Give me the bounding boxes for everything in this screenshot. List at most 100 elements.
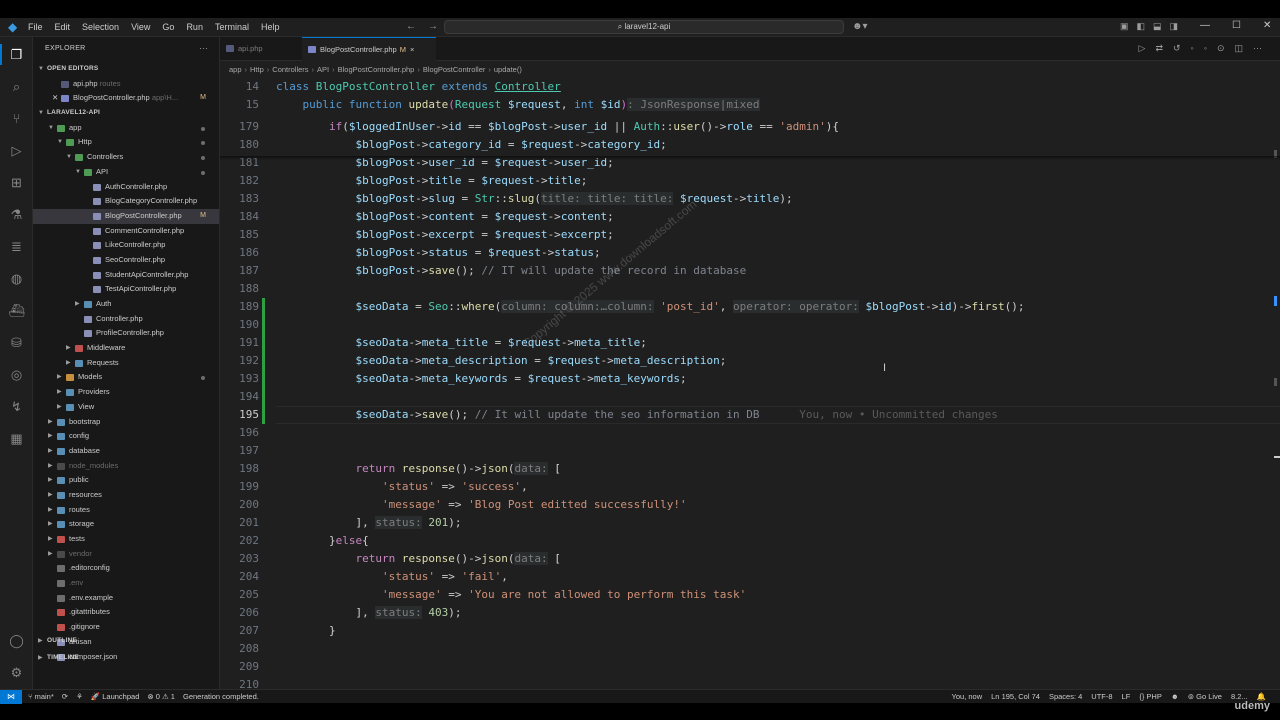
forward-arrow-icon[interactable]: → bbox=[428, 21, 438, 32]
tree-item[interactable]: StudentApiController.php bbox=[33, 268, 219, 283]
source-control-icon[interactable]: ⑂ bbox=[8, 110, 25, 127]
tree-item[interactable]: ▶ Providers bbox=[33, 385, 219, 400]
tree-item[interactable]: ▶ public bbox=[33, 473, 219, 488]
tab-api-php[interactable]: api.php bbox=[220, 37, 302, 61]
menu-go[interactable]: Go bbox=[162, 22, 174, 32]
account-icon[interactable]: ◯ bbox=[8, 632, 25, 649]
tree-item[interactable]: Controller.php bbox=[33, 312, 219, 327]
menu-edit[interactable]: Edit bbox=[55, 22, 71, 32]
breadcrumb-item[interactable]: app bbox=[229, 65, 242, 74]
explorer-icon[interactable]: ❐ bbox=[0, 44, 25, 65]
tree-item[interactable]: ▶ database bbox=[33, 444, 219, 459]
code-line[interactable]: 207 } bbox=[220, 622, 1280, 640]
breadcrumb-item[interactable]: Controllers bbox=[272, 65, 308, 74]
maximize-icon[interactable]: ☐ bbox=[1232, 20, 1241, 31]
code-line[interactable]: 179 if($loggedInUser->id == $blogPost->u… bbox=[220, 118, 1280, 136]
more-actions-icon[interactable]: ··· bbox=[199, 43, 208, 53]
close-editor-icon[interactable]: ✕ bbox=[52, 91, 58, 106]
code-line[interactable]: 195 $seoData->save(); // It will update … bbox=[220, 406, 1280, 424]
code-line[interactable]: 204 'status' => 'fail', bbox=[220, 568, 1280, 586]
tree-item[interactable]: .gitignore bbox=[33, 620, 219, 635]
close-window-icon[interactable]: ✕ bbox=[1263, 20, 1271, 31]
project-header[interactable]: ▼ LARAVEL12-API bbox=[33, 106, 219, 121]
menu-terminal[interactable]: Terminal bbox=[215, 22, 249, 32]
tree-item[interactable]: LikeController.php bbox=[33, 238, 219, 253]
open-changes-icon[interactable]: ⊙ bbox=[1217, 43, 1225, 54]
code-line[interactable]: 208 bbox=[220, 640, 1280, 658]
compare-icon[interactable]: ⇄ bbox=[1155, 43, 1163, 54]
menu-file[interactable]: File bbox=[28, 22, 43, 32]
menu-run[interactable]: Run bbox=[186, 22, 203, 32]
live-share-icon[interactable]: ↯ bbox=[8, 398, 25, 415]
code-line[interactable]: 206 ], status: 403); bbox=[220, 604, 1280, 622]
close-tab-icon[interactable]: × bbox=[410, 45, 414, 54]
back-arrow-icon[interactable]: ← bbox=[406, 21, 416, 32]
database-icon[interactable]: ⛁ bbox=[8, 334, 25, 351]
timeline-icon[interactable]: ↺ bbox=[1173, 43, 1181, 54]
project-manager-icon[interactable]: ▦ bbox=[8, 430, 25, 447]
tree-item[interactable]: ▶ config bbox=[33, 429, 219, 444]
tree-item[interactable]: ▼ Controllers bbox=[33, 150, 219, 165]
code-line[interactable]: 197 bbox=[220, 442, 1280, 460]
open-editor-item[interactable]: api.php routes bbox=[33, 77, 219, 92]
editor-scrollbar[interactable] bbox=[1270, 78, 1280, 689]
code-line[interactable]: 193 $seoData->meta_keywords = $request->… bbox=[220, 370, 1280, 388]
manage-gear-icon[interactable]: ⚙ bbox=[8, 664, 25, 681]
cursor-position[interactable]: Ln 195, Col 74 bbox=[991, 690, 1040, 703]
open-editor-item[interactable]: ✕ BlogPostController.php app\H... M bbox=[33, 91, 219, 106]
breadcrumb-item[interactable]: BlogPostController bbox=[423, 65, 486, 74]
code-line[interactable]: 189 $seoData = Seo::where(column: column… bbox=[220, 298, 1280, 316]
docker-icon[interactable]: ⛴ bbox=[8, 302, 25, 319]
tree-item[interactable]: .gitattributes bbox=[33, 605, 219, 620]
tree-item[interactable]: ▶ tests bbox=[33, 532, 219, 547]
code-line[interactable]: 196 bbox=[220, 424, 1280, 442]
code-line[interactable]: 188 bbox=[220, 280, 1280, 298]
tree-item[interactable]: ▶ Requests bbox=[33, 356, 219, 371]
tree-item[interactable]: TestApiController.php bbox=[33, 282, 219, 297]
code-line[interactable]: 184 $blogPost->content = $request->conte… bbox=[220, 208, 1280, 226]
search-view-icon[interactable]: ⌕ bbox=[8, 78, 25, 95]
remote-indicator-icon[interactable]: ⋈ bbox=[0, 690, 22, 704]
breadcrumb-item[interactable]: Http bbox=[250, 65, 264, 74]
tree-item[interactable]: CommentController.php bbox=[33, 224, 219, 239]
code-line[interactable]: 183 $blogPost->slug = Str::slug(title: t… bbox=[220, 190, 1280, 208]
blame-status[interactable]: You, now bbox=[952, 690, 983, 703]
tree-item[interactable]: SeoController.php bbox=[33, 253, 219, 268]
toggle-panel-icon[interactable]: ⬓ bbox=[1153, 21, 1162, 32]
tree-item[interactable]: ▶ vendor bbox=[33, 547, 219, 562]
branch-indicator[interactable]: ⑂ main* bbox=[28, 690, 54, 703]
tree-item[interactable]: ▶ View bbox=[33, 400, 219, 415]
tree-item[interactable]: ProfileController.php bbox=[33, 326, 219, 341]
breadcrumb-item[interactable]: update() bbox=[494, 65, 522, 74]
tree-item[interactable]: .editorconfig bbox=[33, 561, 219, 576]
toggle-sidebar-icon[interactable]: ◧ bbox=[1137, 21, 1146, 32]
run-debug-icon[interactable]: ▷ bbox=[8, 142, 25, 159]
code-line[interactable]: 203 return response()->json(data: [ bbox=[220, 550, 1280, 568]
tree-item[interactable]: ▼ Http bbox=[33, 135, 219, 150]
code-line[interactable]: 201 ], status: 201); bbox=[220, 514, 1280, 532]
breadcrumb-item[interactable]: BlogPostController.php bbox=[338, 65, 415, 74]
tab-blogpostcontroller[interactable]: BlogPostController.php M × bbox=[302, 37, 436, 61]
tree-item[interactable]: ▶ Auth bbox=[33, 297, 219, 312]
more-editor-actions-icon[interactable]: ··· bbox=[1253, 43, 1262, 54]
tree-item[interactable]: ▶ bootstrap bbox=[33, 415, 219, 430]
code-line[interactable]: 194 bbox=[220, 388, 1280, 406]
open-editors-header[interactable]: ▼ OPEN EDITORS bbox=[33, 62, 219, 77]
extensions-icon[interactable]: ⊞ bbox=[8, 174, 25, 191]
minimize-icon[interactable]: — bbox=[1200, 20, 1210, 31]
menu-view[interactable]: View bbox=[131, 22, 150, 32]
code-line[interactable]: 185 $blogPost->excerpt = $request->excer… bbox=[220, 226, 1280, 244]
menu-help[interactable]: Help bbox=[261, 22, 280, 32]
code-line[interactable]: 200 'message' => 'Blog Post editted succ… bbox=[220, 496, 1280, 514]
code-line[interactable]: 205 'message' => 'You are not allowed to… bbox=[220, 586, 1280, 604]
remote-explorer-icon[interactable]: ≣ bbox=[8, 238, 25, 255]
tree-item[interactable]: ▶ Middleware bbox=[33, 341, 219, 356]
tree-item[interactable]: ▼ app bbox=[33, 121, 219, 136]
launchpad-button[interactable]: 🚀 Launchpad bbox=[91, 690, 140, 703]
tree-item[interactable]: .env.example bbox=[33, 591, 219, 606]
encoding[interactable]: UTF-8 bbox=[1091, 690, 1112, 703]
git-change-gutter[interactable] bbox=[262, 298, 265, 424]
tree-item[interactable]: AuthController.php bbox=[33, 180, 219, 195]
code-line[interactable]: 182 $blogPost->title = $request->title; bbox=[220, 172, 1280, 190]
code-line[interactable]: 190 bbox=[220, 316, 1280, 334]
